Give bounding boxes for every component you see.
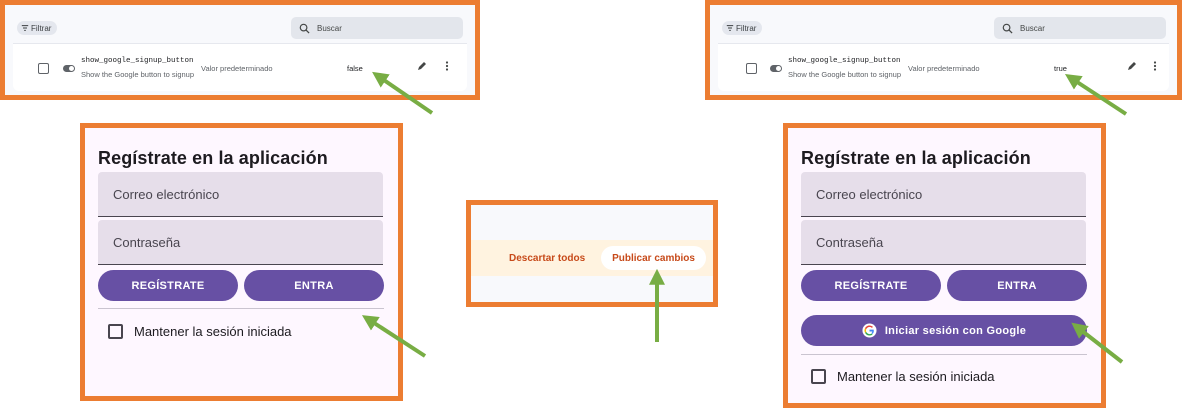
filter-icon xyxy=(726,25,734,31)
email-placeholder: Correo electrónico xyxy=(816,186,923,202)
filter-label: Filtrar xyxy=(736,23,757,33)
default-value-label: Valor predeterminado xyxy=(908,64,980,73)
keep-session-label: Mantener la sesión iniciada xyxy=(837,369,995,384)
email-placeholder: Correo electrónico xyxy=(113,186,220,202)
parameter-name: show_google_signup_button xyxy=(81,57,194,65)
divider xyxy=(98,308,384,309)
google-signin-button[interactable]: Iniciar sesión con Google xyxy=(801,315,1087,346)
page-title: Regístrate en la aplicación xyxy=(98,148,328,168)
search-input[interactable]: Buscar xyxy=(291,17,463,39)
search-icon xyxy=(1002,23,1013,34)
checkbox-box[interactable] xyxy=(108,324,123,339)
remote-config-panel-false: Filtrar Buscar show_google_signup_button… xyxy=(0,0,480,100)
search-input[interactable]: Buscar xyxy=(994,17,1166,39)
publish-changes-panel: Descartar todos Publicar cambios xyxy=(466,200,718,307)
register-button[interactable]: REGÍSTRATE xyxy=(98,270,238,301)
edit-icon[interactable] xyxy=(416,60,428,72)
parameter-row: show_google_signup_button Show the Googl… xyxy=(718,43,1169,91)
toolbar: Filtrar Buscar xyxy=(5,5,475,39)
password-placeholder: Contraseña xyxy=(113,234,181,250)
keep-session-checkbox[interactable]: Mantener la sesión iniciada xyxy=(108,324,292,339)
signup-card-with-google: Regístrate en la aplicación Correo elect… xyxy=(783,123,1106,408)
parameter-value[interactable]: false xyxy=(347,64,363,73)
page-title: Regístrate en la aplicación xyxy=(801,148,1031,168)
more-vert-icon[interactable] xyxy=(441,60,453,72)
password-field[interactable]: Contraseña xyxy=(98,220,383,265)
email-field[interactable]: Correo electrónico xyxy=(801,172,1086,217)
parameter-row: show_google_signup_button Show the Googl… xyxy=(13,43,467,91)
google-signin-label: Iniciar sesión con Google xyxy=(884,324,1027,337)
row-checkbox[interactable] xyxy=(38,63,49,74)
search-placeholder: Buscar xyxy=(1020,23,1045,33)
login-button[interactable]: ENTRA xyxy=(244,270,384,301)
parameter-name: show_google_signup_button xyxy=(788,57,901,65)
email-field[interactable]: Correo electrónico xyxy=(98,172,383,217)
google-logo-icon xyxy=(862,323,877,338)
login-button[interactable]: ENTRA xyxy=(947,270,1087,301)
search-icon xyxy=(299,23,310,34)
row-checkbox[interactable] xyxy=(746,63,757,74)
filter-chip[interactable]: Filtrar xyxy=(722,21,763,35)
search-placeholder: Buscar xyxy=(317,23,342,33)
publish-changes-button[interactable]: Publicar cambios xyxy=(601,246,706,270)
toggle-icon xyxy=(63,65,75,72)
edit-icon[interactable] xyxy=(1126,60,1138,72)
register-button[interactable]: REGÍSTRATE xyxy=(801,270,941,301)
discard-all-button[interactable]: Descartar todos xyxy=(509,253,585,264)
password-placeholder: Contraseña xyxy=(816,234,884,250)
parameter-value[interactable]: true xyxy=(1054,64,1067,73)
divider xyxy=(801,354,1087,355)
toggle-icon xyxy=(770,65,782,72)
parameter-description: Show the Google button to signup xyxy=(81,70,194,79)
default-value-label: Valor predeterminado xyxy=(201,64,273,73)
parameter-description: Show the Google button to signup xyxy=(788,70,901,79)
checkbox-box[interactable] xyxy=(811,369,826,384)
keep-session-label: Mantener la sesión iniciada xyxy=(134,324,292,339)
signup-card-without-google: Regístrate en la aplicación Correo elect… xyxy=(80,123,403,401)
remote-config-panel-true: Filtrar Buscar show_google_signup_button… xyxy=(705,0,1182,100)
password-field[interactable]: Contraseña xyxy=(801,220,1086,265)
filter-chip[interactable]: Filtrar xyxy=(17,21,58,35)
filter-icon xyxy=(21,25,29,31)
more-vert-icon[interactable] xyxy=(1149,60,1161,72)
toolbar: Filtrar Buscar xyxy=(710,5,1177,39)
filter-label: Filtrar xyxy=(31,23,52,33)
keep-session-checkbox[interactable]: Mantener la sesión iniciada xyxy=(811,369,995,384)
